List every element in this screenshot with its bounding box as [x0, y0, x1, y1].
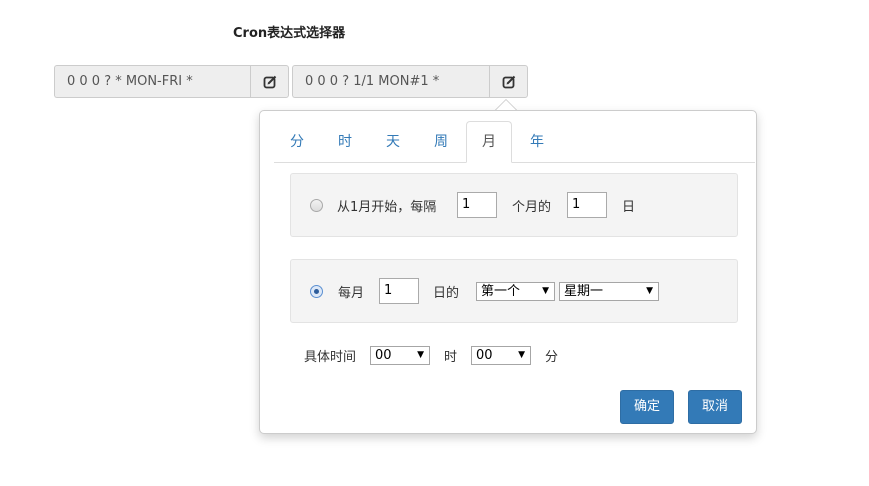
- tab-week[interactable]: 周: [418, 121, 464, 162]
- cron-expression-input-1[interactable]: 0 0 0 ? * MON-FRI *: [54, 65, 250, 98]
- interval-months-input[interactable]: 1: [457, 192, 497, 218]
- interval-radio[interactable]: [310, 198, 323, 212]
- interval-text-end: 日: [622, 199, 636, 215]
- unit-tabs: 分 时 天 周 月 年: [274, 121, 755, 163]
- cron-field-2-group: 0 0 0 ? 1/1 MON#1 *: [292, 65, 528, 98]
- edit-button-1[interactable]: [250, 65, 289, 98]
- interval-text-mid: 个月的: [512, 199, 552, 215]
- interval-day-input[interactable]: 1: [567, 192, 607, 218]
- week-ordinal-value: 第一个: [481, 283, 521, 299]
- edit-icon: [502, 75, 515, 88]
- weekday-value: 星期一: [564, 283, 604, 299]
- nth-text-start: 每月: [338, 285, 365, 301]
- cron-field-1-group: 0 0 0 ? * MON-FRI *: [54, 65, 289, 98]
- edit-button-2[interactable]: [489, 65, 528, 98]
- tab-day[interactable]: 天: [370, 121, 416, 162]
- weekday-select[interactable]: 星期一 ▼: [559, 281, 659, 301]
- minute-unit: 分: [545, 349, 559, 365]
- dropdown-arrow-icon: ▼: [518, 349, 526, 360]
- nth-month-input[interactable]: 1: [379, 278, 419, 304]
- dropdown-arrow-icon: ▼: [646, 285, 653, 296]
- tab-hour[interactable]: 时: [322, 121, 368, 162]
- week-ordinal-select[interactable]: 第一个 ▼: [476, 281, 555, 301]
- page-title: Cron表达式选择器: [233, 26, 346, 41]
- dropdown-arrow-icon: ▼: [417, 349, 425, 360]
- nth-text-mid: 日的: [433, 285, 460, 301]
- minute-select[interactable]: 00 ▼: [471, 345, 532, 365]
- minute-value: 00: [476, 347, 493, 363]
- cancel-button[interactable]: 取消: [688, 390, 742, 424]
- tab-month[interactable]: 月: [466, 121, 512, 163]
- tab-minute[interactable]: 分: [274, 121, 320, 162]
- nth-weekday-radio[interactable]: [310, 284, 323, 298]
- cron-expression-input-2[interactable]: 0 0 0 ? 1/1 MON#1 *: [292, 65, 489, 98]
- dropdown-arrow-icon: ▼: [542, 285, 549, 296]
- confirm-button[interactable]: 确定: [620, 390, 674, 424]
- tab-year[interactable]: 年: [514, 121, 560, 162]
- hour-select[interactable]: 00 ▼: [370, 345, 431, 365]
- popover-arrow-inner: [496, 100, 516, 110]
- month-interval-option: 从1月开始，每隔 1 个月的 1 日: [290, 173, 738, 237]
- edit-icon: [263, 75, 276, 88]
- hour-value: 00: [375, 347, 392, 363]
- specific-time-row: 具体时间 00 ▼ 时 00 ▼ 分: [304, 345, 558, 365]
- hour-unit: 时: [444, 349, 458, 365]
- specific-time-label: 具体时间: [304, 349, 357, 365]
- nth-weekday-option: 每月 1 日的 第一个 ▼ 星期一 ▼: [290, 259, 738, 323]
- interval-text-start: 从1月开始，每隔: [337, 199, 437, 215]
- cron-picker-popover: 分 时 天 周 月 年 从1月开始，每隔 1 个月的 1 日 每月 1 日的 第…: [259, 110, 757, 434]
